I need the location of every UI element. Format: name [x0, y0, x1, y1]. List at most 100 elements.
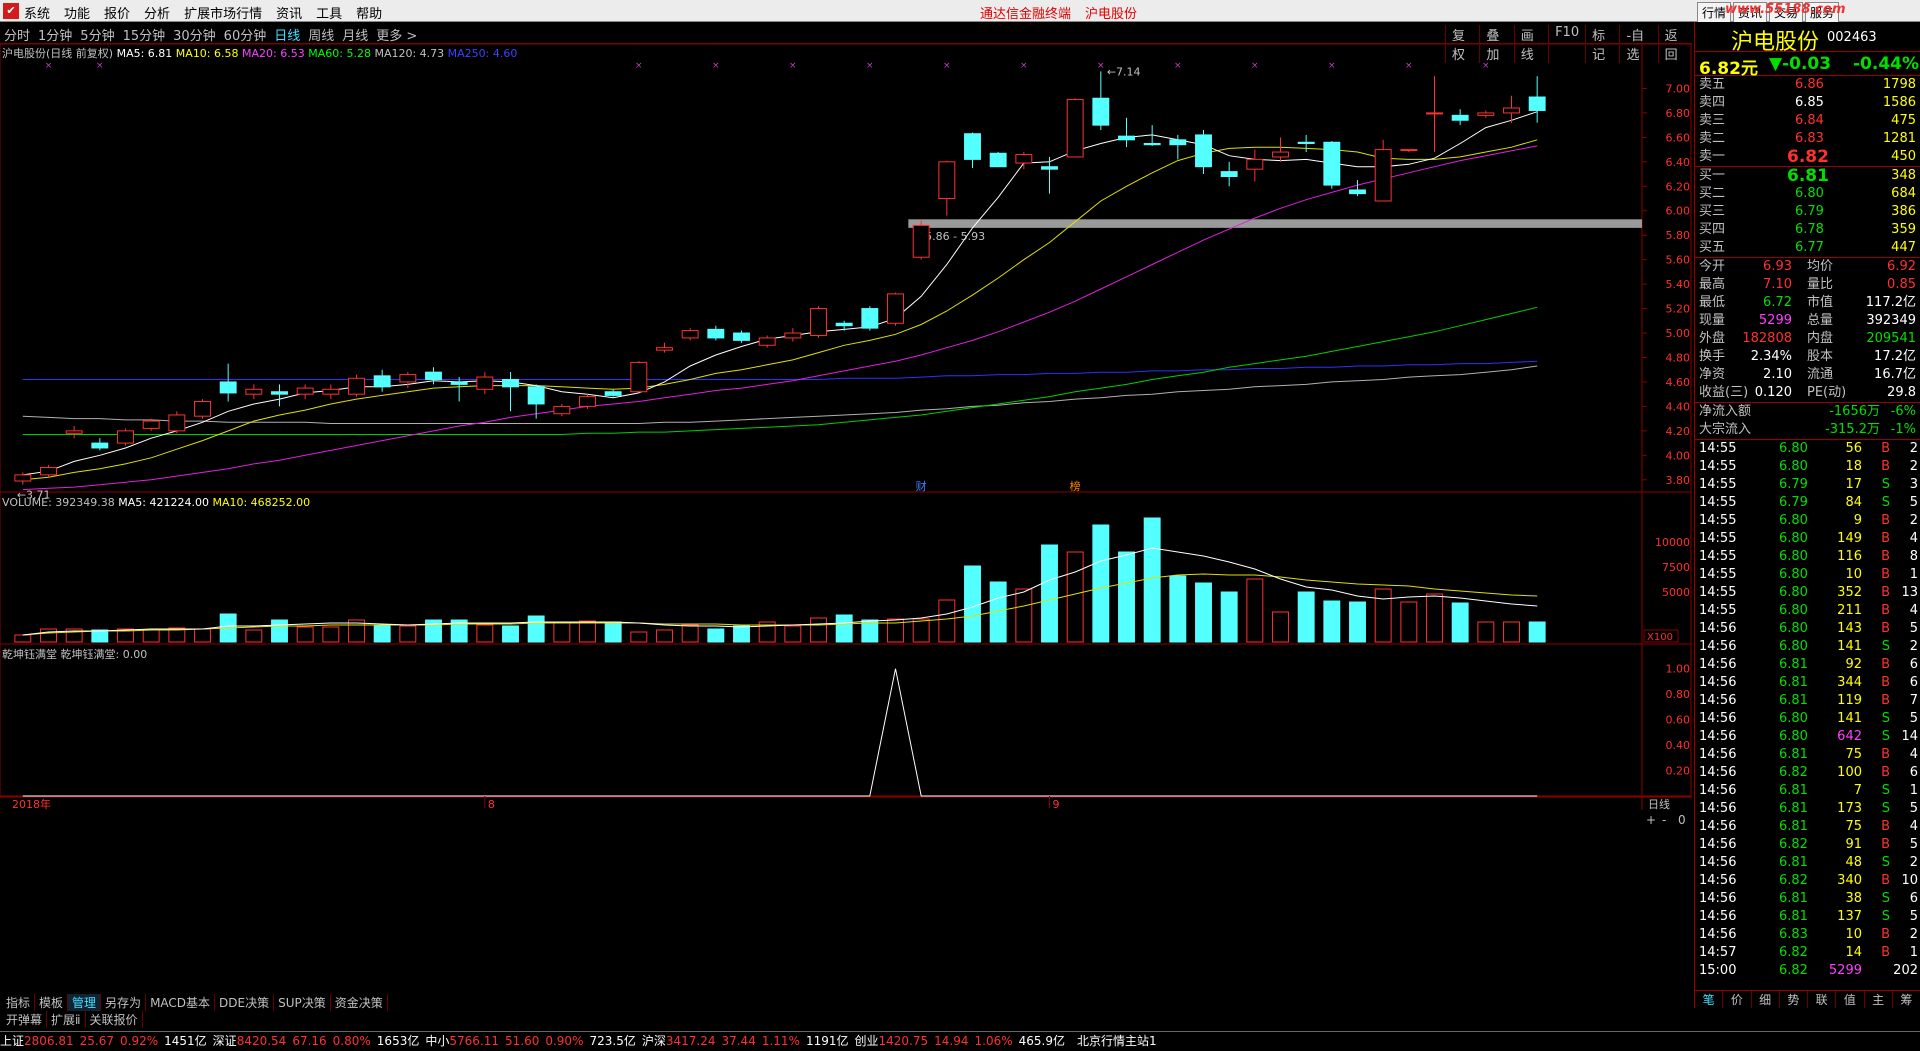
zoom-control-0[interactable]: +: [1646, 813, 1656, 827]
rank-marker[interactable]: 榜: [1070, 479, 1081, 493]
tick-row[interactable]: 14:56 6.81 48 S 2: [1695, 854, 1920, 872]
bottom-tab-1[interactable]: 模板: [35, 994, 69, 1011]
tick-row[interactable]: 14:57 6.82 14 B 1: [1695, 944, 1920, 962]
period-tab-3[interactable]: 15分钟: [123, 25, 166, 44]
tick-row[interactable]: 14:56 6.82 100 B 6: [1695, 764, 1920, 782]
bottom-tab2-2[interactable]: 关联报价: [86, 1011, 143, 1028]
quote-tab-3[interactable]: 势: [1780, 991, 1808, 1008]
kline-chart[interactable]: 7.00 6.80 6.60 6.40 6.20 6.00 5.80 5.60 5.40 5.20…: [0, 43, 1692, 994]
menu-1[interactable]: 功能: [64, 3, 90, 22]
tick-row[interactable]: 14:56 6.81 137 S 5: [1695, 908, 1920, 926]
tick-row[interactable]: 14:56 6.82 91 B 5: [1695, 836, 1920, 854]
quote-tab-1[interactable]: 价: [1723, 991, 1752, 1008]
stat-row-cell-0: 净资: [1699, 367, 1726, 382]
bottom-tab-3[interactable]: 另存为: [101, 994, 147, 1011]
menu-4[interactable]: 扩展市场行情: [184, 3, 262, 22]
menu-2[interactable]: 报价: [104, 3, 130, 22]
menu-3[interactable]: 分析: [144, 3, 170, 22]
tick-row[interactable]: 14:56 6.81 173 S 5: [1695, 800, 1920, 818]
tick-row[interactable]: 14:55 6.80 352 B 13: [1695, 584, 1920, 602]
menu-6[interactable]: 工具: [316, 3, 342, 22]
period-tab-6[interactable]: 日线: [274, 25, 300, 44]
bottom-tab-0[interactable]: 指标: [2, 994, 36, 1011]
period-tab-9[interactable]: 更多 >: [376, 25, 417, 44]
tick-row-cell-0: 14:56: [1699, 729, 1737, 744]
period-tab-1[interactable]: 1分钟: [38, 25, 72, 44]
x-axis-unit[interactable]: 日线: [1648, 797, 1670, 811]
period-tab-5[interactable]: 60分钟: [224, 25, 267, 44]
tick-row[interactable]: 14:56 6.81 75 B 4: [1695, 746, 1920, 764]
bottom-tab-4[interactable]: MACD基本: [146, 994, 216, 1011]
ask-row: 卖三 6.84 475: [1695, 112, 1920, 130]
period-tab-8[interactable]: 月线: [342, 25, 368, 44]
bottom-tab2-0[interactable]: 开弹幕: [2, 1011, 48, 1028]
period-tab-2[interactable]: 5分钟: [80, 25, 114, 44]
tick-row[interactable]: 14:55 6.80 211 B 4: [1695, 602, 1920, 620]
tick-row[interactable]: 14:55 6.80 56 B 2: [1695, 440, 1920, 458]
bottom-tab-2[interactable]: 管理: [68, 994, 102, 1011]
tick-row[interactable]: 14:56 6.80 141 S 5: [1695, 710, 1920, 728]
menu-0[interactable]: 系统: [24, 3, 50, 22]
zoom-control-2[interactable]: 0: [1678, 813, 1686, 827]
price-tick-label: 3.80: [1666, 474, 1691, 487]
tick-row[interactable]: 14:56 6.81 75 B 4: [1695, 818, 1920, 836]
chart-area[interactable]: 7.00 6.80 6.60 6.40 6.20 6.00 5.80 5.60 5.40 5.20…: [0, 43, 1692, 1006]
period-tab-7[interactable]: 周线: [308, 25, 334, 44]
tick-row[interactable]: 14:56 6.81 92 B 6: [1695, 656, 1920, 674]
ask-row-cell-0: 卖四: [1699, 95, 1726, 110]
tick-row-cell-1: 6.80: [1779, 531, 1808, 546]
tick-list[interactable]: 14:55 6.80 56 B 2 14:55 6.80 18 B 2 14:55 6.79 17 S 3 1…: [1695, 440, 1920, 980]
tick-row-cell-4: 3: [1909, 477, 1918, 492]
candle-body: [322, 388, 340, 395]
tick-row[interactable]: 15:00 6.82 5299 202: [1695, 962, 1920, 980]
menu-5[interactable]: 资讯: [276, 3, 302, 22]
bottom-tab2-1[interactable]: 扩展ⅱ: [47, 1011, 86, 1028]
menu-7[interactable]: 帮助: [356, 3, 382, 22]
tick-row-cell-2: 344: [1837, 675, 1862, 690]
candle: [476, 372, 494, 395]
bottom-tab-5[interactable]: DDE决策: [215, 994, 275, 1011]
quote-tab-6[interactable]: 主: [1865, 991, 1893, 1008]
bid-book: 买一 6.81 348 买二 6.80 684 买三 6.79 386 买四 6.78 359 买五 6.…: [1695, 167, 1920, 258]
quote-tab-2[interactable]: 细: [1752, 991, 1780, 1008]
bottom-tab-7[interactable]: 资金决策: [331, 994, 388, 1011]
quote-tab-0[interactable]: 笔: [1695, 991, 1724, 1008]
quote-tab-4[interactable]: 联: [1808, 991, 1837, 1008]
stat-row-cell-1: 7.10: [1763, 277, 1792, 292]
tick-row[interactable]: 14:56 6.81 38 S 6: [1695, 890, 1920, 908]
tick-row[interactable]: 14:56 6.83 10 B 2: [1695, 926, 1920, 944]
tick-row[interactable]: 14:55 6.79 17 S 3: [1695, 476, 1920, 494]
quote-tab-7[interactable]: 筹: [1893, 991, 1920, 1008]
tick-row-cell-0: 14:56: [1699, 891, 1737, 906]
tick-row[interactable]: 14:55 6.80 9 B 2: [1695, 512, 1920, 530]
tick-row[interactable]: 14:56 6.82 340 B 10: [1695, 872, 1920, 890]
volume-legend: VOLUME: 392349.38 MA5: 421224.00 MA10: 4…: [2, 496, 310, 509]
tick-row-cell-2: 642: [1837, 729, 1862, 744]
stats-table: 今开 6.93 均价 6.92 最高 7.10 量比 0.85 最低 6.72 市值 117.2亿 现量…: [1695, 258, 1920, 403]
tick-row-cell-2: 116: [1837, 549, 1862, 564]
stat-row-cell-1: 182808: [1742, 331, 1792, 346]
tick-row[interactable]: 14:55 6.79 84 S 5: [1695, 494, 1920, 512]
period-tab-4[interactable]: 30分钟: [173, 25, 216, 44]
tick-row[interactable]: 14:56 6.81 344 B 6: [1695, 674, 1920, 692]
tick-row[interactable]: 14:56 6.81 119 B 7: [1695, 692, 1920, 710]
zoom-control-1[interactable]: -: [1662, 813, 1666, 827]
candle-body: [14, 474, 32, 482]
tick-row[interactable]: 14:55 6.80 18 B 2: [1695, 458, 1920, 476]
tick-row[interactable]: 14:55 6.80 149 B 4: [1695, 530, 1920, 548]
tick-row[interactable]: 14:56 6.81 7 S 1: [1695, 782, 1920, 800]
finance-marker[interactable]: 财: [916, 479, 927, 493]
tick-row[interactable]: 14:55 6.80 116 B 8: [1695, 548, 1920, 566]
tick-row[interactable]: 14:55 6.80 10 B 1: [1695, 566, 1920, 584]
tick-row[interactable]: 14:56 6.80 642 S 14: [1695, 728, 1920, 746]
candle: [579, 394, 596, 409]
tick-row[interactable]: 14:56 6.80 141 S 2: [1695, 638, 1920, 656]
quote-tab-5[interactable]: 值: [1836, 991, 1865, 1008]
volume-bar: [1143, 517, 1161, 643]
bid-row: 买五 6.77 447: [1695, 239, 1920, 257]
tick-row[interactable]: 14:56 6.80 143 B 5: [1695, 620, 1920, 638]
tick-row-cell-3: B: [1881, 549, 1890, 564]
bottom-tab-6[interactable]: SUP决策: [274, 994, 331, 1011]
period-tab-0[interactable]: 分时: [4, 25, 30, 44]
price-change: ▼-0.03: [1769, 54, 1832, 74]
